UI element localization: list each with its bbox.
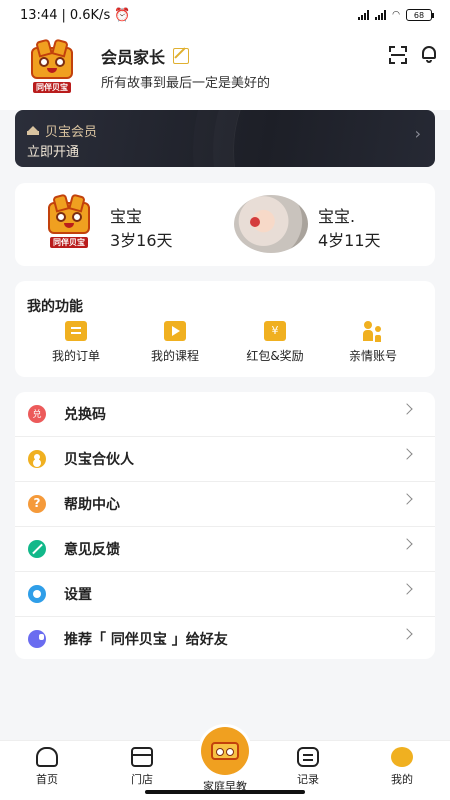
battery-icon: 68 bbox=[406, 9, 434, 21]
vip-title-row: 贝宝会员 bbox=[27, 121, 97, 140]
order-icon bbox=[65, 321, 87, 341]
menu-item-label: 设置 bbox=[64, 587, 92, 603]
family-icon bbox=[362, 321, 384, 341]
logo-text: 同伴贝宝 bbox=[50, 237, 88, 248]
chevron-right-icon bbox=[401, 448, 413, 460]
vip-banner[interactable]: 贝宝会员 立即开通 › bbox=[15, 110, 435, 167]
redeem-icon bbox=[28, 405, 46, 423]
baby-name: 宝宝 bbox=[110, 207, 143, 226]
store-icon bbox=[131, 747, 153, 767]
tab-store[interactable]: 门店 bbox=[102, 747, 182, 787]
menu-item-label: 意见反馈 bbox=[64, 542, 120, 558]
chevron-right-icon bbox=[401, 403, 413, 415]
status-separator: | bbox=[61, 7, 66, 23]
signal-icon-2 bbox=[375, 10, 387, 20]
signal-icon bbox=[358, 10, 370, 20]
tab-label: 我的 bbox=[391, 773, 413, 786]
profile-name: 会员家长 bbox=[101, 48, 166, 67]
avatar[interactable]: 同伴贝宝 bbox=[24, 42, 80, 98]
help-icon bbox=[28, 495, 46, 513]
bell-icon[interactable] bbox=[420, 44, 438, 64]
menu-item-help-center[interactable]: 帮助中心 bbox=[15, 482, 435, 526]
tab-mine[interactable]: 我的 bbox=[362, 747, 442, 787]
baby-info-2[interactable]: 宝宝. 4岁11天 bbox=[318, 203, 381, 251]
baby-age: 3岁16天 bbox=[110, 231, 173, 250]
red-packet-icon bbox=[264, 321, 286, 341]
function-my-courses[interactable]: 我的课程 bbox=[130, 321, 220, 364]
baby-info-1[interactable]: 宝宝 3岁16天 bbox=[110, 203, 173, 251]
logo-text: 同伴贝宝 bbox=[33, 82, 71, 93]
profile-header: 同伴贝宝 会员家长 所有故事到最后一定是美好的 bbox=[0, 30, 450, 110]
status-time: 13:44 bbox=[20, 7, 58, 23]
home-icon bbox=[36, 747, 58, 767]
status-bar: 13:44 | 0.6K/s ⏰ ◠ 68 bbox=[0, 0, 450, 30]
menu-item-recommend-friends[interactable]: 推荐「 同伴贝宝 」给好友 bbox=[15, 617, 435, 661]
early-education-icon bbox=[201, 727, 249, 775]
profile-motto: 所有故事到最后一定是美好的 bbox=[101, 76, 271, 91]
chevron-right-icon bbox=[401, 583, 413, 595]
mine-icon bbox=[391, 747, 413, 767]
profile-name-row[interactable]: 会员家长 bbox=[101, 44, 190, 68]
menu-item-label: 推荐「 同伴贝宝 」给好友 bbox=[64, 632, 228, 648]
baby-avatar-1[interactable]: 同伴贝宝 bbox=[41, 197, 97, 253]
feedback-icon bbox=[28, 540, 46, 558]
menu-item-redeem-code[interactable]: 兑换码 bbox=[15, 392, 435, 436]
baby-avatar-2[interactable] bbox=[234, 195, 308, 253]
vip-title: 贝宝会员 bbox=[45, 125, 98, 140]
vip-action: 立即开通 bbox=[27, 145, 80, 160]
course-icon bbox=[164, 321, 186, 341]
menu-item-label: 贝宝合伙人 bbox=[64, 452, 134, 468]
chevron-right-icon bbox=[401, 493, 413, 505]
chevron-right-icon bbox=[401, 538, 413, 550]
menu-item-feedback[interactable]: 意见反馈 bbox=[15, 527, 435, 571]
function-red-packet-rewards[interactable]: 红包&奖励 bbox=[230, 321, 320, 364]
function-family-account[interactable]: 亲情账号 bbox=[328, 321, 418, 364]
menu-item-label: 帮助中心 bbox=[64, 497, 120, 513]
scan-icon[interactable] bbox=[389, 46, 407, 64]
crown-icon bbox=[27, 126, 39, 135]
tab-label: 首页 bbox=[36, 773, 58, 786]
record-icon bbox=[297, 747, 319, 767]
baby-age: 4岁11天 bbox=[318, 231, 381, 250]
tab-early-education[interactable]: 家庭早教 bbox=[185, 727, 265, 794]
function-label: 我的订单 bbox=[51, 349, 100, 363]
function-label: 亲情账号 bbox=[348, 349, 397, 363]
function-label: 我的课程 bbox=[150, 349, 199, 363]
menu-item-partner[interactable]: 贝宝合伙人 bbox=[15, 437, 435, 481]
logo-mascot-icon bbox=[31, 47, 73, 79]
baby-name: 宝宝. bbox=[318, 207, 356, 226]
my-functions-card: 我的功能 我的订单 我的课程 红包&奖励 亲情账号 bbox=[15, 281, 435, 377]
edit-icon[interactable] bbox=[173, 48, 190, 64]
settings-icon bbox=[28, 585, 46, 603]
menu-item-settings[interactable]: 设置 bbox=[15, 572, 435, 616]
section-title: 我的功能 bbox=[27, 299, 83, 315]
alarm-icon: ⏰ bbox=[114, 7, 131, 23]
chevron-right-icon: › bbox=[414, 124, 421, 143]
settings-menu-card: 兑换码 贝宝合伙人 帮助中心 意见反馈 设置 推荐「 同伴贝宝 」给好友 bbox=[15, 392, 435, 659]
chevron-right-icon bbox=[401, 628, 413, 640]
share-icon bbox=[28, 630, 46, 648]
partner-icon bbox=[28, 450, 46, 468]
menu-item-label: 兑换码 bbox=[64, 407, 106, 423]
tab-home[interactable]: 首页 bbox=[7, 747, 87, 787]
home-indicator[interactable] bbox=[145, 790, 305, 794]
tab-record[interactable]: 记录 bbox=[268, 747, 348, 787]
status-network-speed: 0.6K/s bbox=[69, 7, 111, 23]
tab-label: 门店 bbox=[131, 773, 153, 786]
babies-card: 同伴贝宝 宝宝 3岁16天 宝宝. 4岁11天 bbox=[15, 183, 435, 266]
tab-label: 记录 bbox=[297, 773, 319, 786]
logo-mascot-icon bbox=[48, 202, 90, 234]
battery-level: 68 bbox=[413, 10, 425, 20]
function-my-orders[interactable]: 我的订单 bbox=[31, 321, 121, 364]
function-label: 红包&奖励 bbox=[246, 349, 304, 363]
wifi-icon: ◠ bbox=[392, 10, 400, 20]
